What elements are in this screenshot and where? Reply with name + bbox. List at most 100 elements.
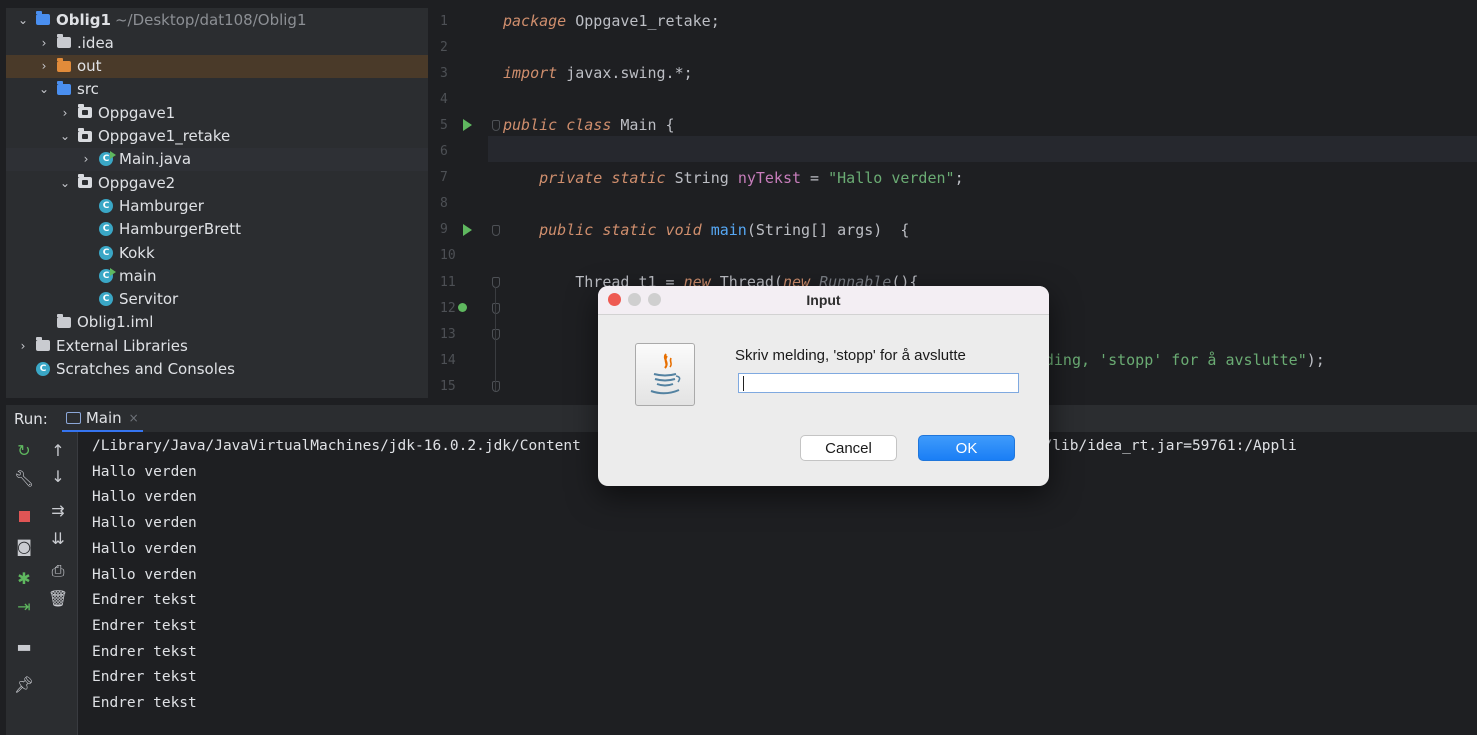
arrow-up-icon[interactable]: ↑ — [46, 440, 70, 462]
tree-item-label: Oppgave1 — [98, 103, 176, 122]
tree-item-label: Servitor — [119, 290, 179, 309]
line-number: 4 — [440, 91, 448, 107]
run-tab-main[interactable]: Main × — [61, 406, 143, 432]
tree-item-label: Main.java — [119, 150, 192, 169]
code-line: import javax.swing.*; — [503, 60, 693, 86]
tree-item[interactable]: Cmain — [6, 264, 428, 287]
tree-item[interactable]: C Servitor — [6, 288, 428, 311]
run-gutter-icon[interactable] — [463, 119, 472, 132]
tree-item[interactable]: ⌄ Oblig1 ~/Desktop/dat108/Oblig1 — [6, 8, 428, 31]
class-icon: C — [99, 292, 113, 307]
tree-item[interactable]: ⌄ src — [6, 78, 428, 101]
excluded-folder-icon — [57, 57, 71, 72]
tree-item[interactable]: › Oppgave1 — [6, 101, 428, 124]
console-line: Endrer tekst — [92, 643, 197, 660]
ok-button[interactable]: OK — [918, 435, 1015, 461]
console-line: Hallo verden — [92, 463, 197, 480]
scroll-to-end-icon[interactable]: ⇊ — [46, 528, 70, 550]
package-icon — [78, 127, 92, 142]
code-token: nyTekst — [737, 168, 802, 187]
tree-item-label: out — [77, 57, 102, 76]
console-line: Hallo verden — [92, 540, 197, 557]
class-icon: C — [99, 245, 113, 260]
tree-item-label: main — [119, 266, 157, 285]
chevron-right-icon[interactable]: › — [79, 152, 93, 166]
console-line: Endrer tekst — [92, 617, 197, 634]
print-icon[interactable]: ⎙ — [46, 560, 70, 582]
line-number: 9 — [440, 222, 448, 238]
chevron-right-icon[interactable]: › — [58, 106, 72, 120]
code-token: public class — [503, 116, 612, 135]
tree-item[interactable]: C Hamburger — [6, 194, 428, 217]
chevron-right-icon[interactable]: › — [37, 59, 51, 73]
pin-icon[interactable]: 📌︎ — [12, 674, 36, 696]
fold-marker-icon[interactable] — [492, 329, 500, 341]
fold-marker-icon[interactable] — [492, 277, 500, 288]
code-token: import — [503, 64, 558, 83]
tree-item[interactable]: › External Libraries — [6, 334, 428, 357]
debug-icon[interactable]: ✱ — [12, 568, 36, 590]
cancel-button[interactable]: Cancel — [800, 435, 897, 461]
tree-item[interactable]: C Kokk — [6, 241, 428, 264]
code-token: private static — [539, 168, 666, 187]
run-toolbar-right: ↑ ↓ ⇉ ⇊ ⎙ 🗑︎ — [42, 432, 78, 735]
close-tab-icon[interactable]: × — [129, 411, 139, 425]
chevron-right-icon[interactable]: › — [16, 339, 30, 353]
console-line: Endrer tekst — [92, 695, 197, 711]
line-number: 13 — [440, 326, 456, 342]
dialog-titlebar[interactable]: Input — [598, 286, 1049, 315]
code-line: package Oppgave1_retake; — [503, 8, 720, 34]
console-line: Hallo verden — [92, 489, 197, 506]
fold-marker-icon[interactable] — [492, 120, 500, 132]
tree-item-label: .idea — [77, 33, 114, 52]
soft-wrap-icon[interactable]: ⇉ — [46, 500, 70, 522]
caret-line-highlight — [488, 136, 1477, 162]
layout-icon[interactable]: ▬ — [12, 636, 36, 658]
login-icon[interactable]: ⇥ — [12, 596, 36, 618]
message-input[interactable] — [738, 373, 1019, 393]
tree-item[interactable]: ⌄ Oppgave2 — [6, 171, 428, 194]
tree-item[interactable]: C HamburgerBrett — [6, 218, 428, 241]
line-number: 3 — [440, 65, 448, 81]
stop-icon[interactable] — [12, 506, 36, 528]
tree-item-label: HamburgerBrett — [119, 220, 242, 239]
chevron-down-icon[interactable]: ⌄ — [16, 13, 30, 27]
tree-item[interactable]: C Scratches and Consoles — [6, 358, 428, 381]
rerun-icon[interactable]: ↻ — [12, 440, 36, 462]
runnable-class-icon: C — [99, 151, 116, 167]
run-tab-label: Main — [85, 408, 122, 427]
folder-icon — [57, 34, 71, 49]
chevron-down-icon[interactable]: ⌄ — [58, 129, 72, 143]
chevron-right-icon[interactable]: › — [37, 36, 51, 50]
package-icon — [78, 104, 92, 119]
run-gutter-icon[interactable] — [463, 223, 472, 236]
code-line: public static void main (String[] args) { — [503, 217, 909, 243]
chevron-down-icon[interactable]: ⌄ — [37, 82, 51, 96]
fold-marker-icon[interactable] — [492, 381, 500, 393]
tree-item[interactable]: Oblig1.iml — [6, 311, 428, 334]
fold-marker-icon[interactable] — [492, 303, 500, 315]
tree-item[interactable]: › .idea — [6, 31, 428, 54]
tree-item[interactable]: › C Main.java — [6, 147, 428, 171]
camera-icon[interactable]: ◙ — [12, 536, 36, 558]
tree-item[interactable]: ⌄ Oppgave1_retake — [6, 125, 428, 148]
tree-item-label: Oppgave2 — [98, 173, 176, 192]
tree-item[interactable]: › out — [6, 54, 428, 78]
libraries-icon — [36, 337, 50, 352]
code-token: (String[] args) { — [746, 220, 910, 239]
class-icon: C — [99, 222, 113, 237]
line-number: 14 — [440, 352, 456, 368]
text-caret — [743, 376, 744, 391]
console-line: Hallo verden — [92, 515, 197, 532]
fold-marker-icon[interactable] — [492, 224, 500, 236]
chevron-down-icon[interactable]: ⌄ — [58, 176, 72, 190]
code-token: = — [801, 168, 829, 187]
code-token: public static void — [539, 220, 702, 239]
trash-icon[interactable]: 🗑︎ — [46, 588, 70, 610]
wrench-icon[interactable]: 🔧︎ — [12, 468, 36, 490]
line-number: 11 — [440, 274, 456, 290]
class-icon: C — [99, 198, 113, 213]
arrow-down-icon[interactable]: ↓ — [46, 466, 70, 488]
